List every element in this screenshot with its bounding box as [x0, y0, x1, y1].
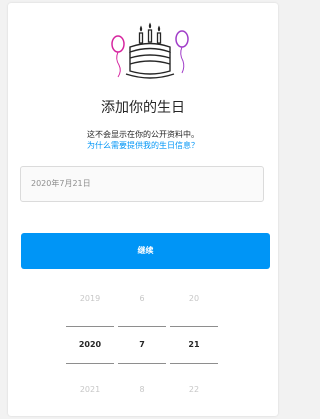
day-picker-column[interactable]: 20 21 22 — [170, 283, 218, 413]
page-title: 添加你的生日 — [101, 100, 185, 116]
candles-icon — [138, 22, 162, 44]
month-picker-column[interactable]: 6 7 8 — [118, 283, 166, 413]
month-option-next[interactable]: 8 — [118, 384, 166, 396]
picker-divider — [118, 326, 166, 327]
balloon-right-icon — [175, 30, 189, 74]
birthday-cake-illustration — [111, 22, 189, 79]
balloon-left-icon — [111, 35, 125, 78]
day-option-selected[interactable]: 21 — [170, 339, 218, 351]
month-option-selected[interactable]: 7 — [118, 339, 166, 351]
date-picker[interactable]: 2019 2020 2021 6 7 8 20 21 22 — [66, 283, 231, 413]
picker-divider — [170, 326, 218, 327]
cake-icon — [125, 42, 175, 79]
why-birthday-link[interactable]: 为什么需要提供我的生日信息？ — [8, 140, 278, 151]
picker-divider — [66, 363, 114, 364]
birthday-date-field[interactable]: 2020年7月21日 — [20, 166, 264, 202]
subtitle: 这不会显示在你的公开资料中。 为什么需要提供我的生日信息？ — [8, 129, 278, 151]
privacy-note: 这不会显示在你的公开资料中。 — [87, 130, 199, 139]
picker-divider — [66, 326, 114, 327]
birthday-card: 添加你的生日 这不会显示在你的公开资料中。 为什么需要提供我的生日信息？ 202… — [8, 3, 278, 416]
day-option-prev[interactable]: 20 — [170, 293, 218, 305]
continue-button[interactable]: 继续 — [21, 233, 270, 269]
year-option-next[interactable]: 2021 — [66, 384, 114, 396]
picker-divider — [118, 363, 166, 364]
picker-divider — [170, 363, 218, 364]
year-picker-column[interactable]: 2019 2020 2021 — [66, 283, 114, 413]
day-option-next[interactable]: 22 — [170, 384, 218, 396]
month-option-prev[interactable]: 6 — [118, 293, 166, 305]
year-option-selected[interactable]: 2020 — [66, 339, 114, 351]
year-option-prev[interactable]: 2019 — [66, 293, 114, 305]
